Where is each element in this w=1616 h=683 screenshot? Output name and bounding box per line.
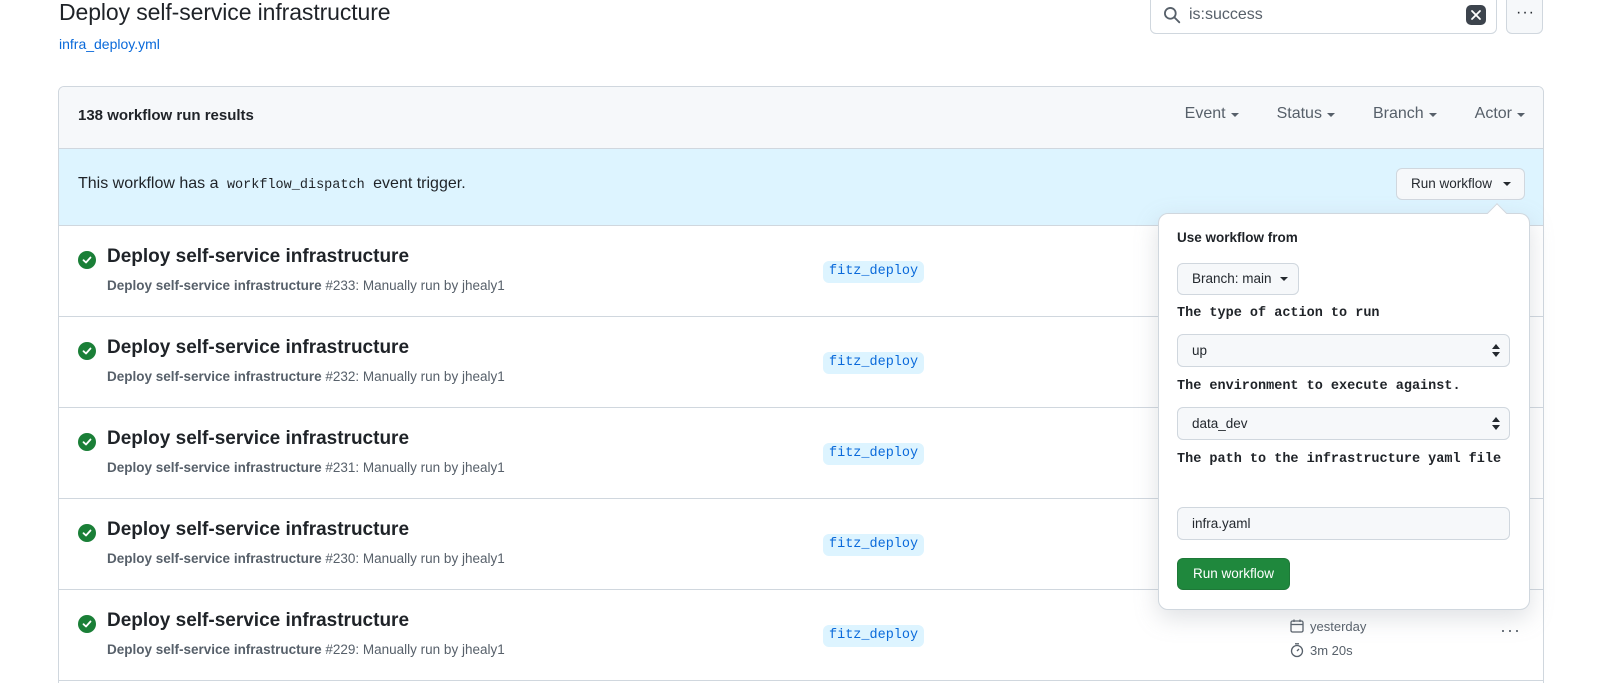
check-circle-icon — [78, 342, 96, 360]
dispatch-code: workflow_dispatch — [226, 178, 365, 193]
action-type-value: up — [1192, 343, 1208, 358]
branch-label[interactable]: fitz_deploy — [823, 534, 925, 556]
run-meta: Deploy self-service infrastructure #231:… — [107, 460, 505, 475]
filter-label: Event — [1184, 105, 1226, 122]
x-icon — [1471, 10, 1481, 20]
caret-down-icon — [1428, 113, 1437, 117]
run-title-link[interactable]: Deploy self-service infrastructure — [107, 428, 409, 450]
branch-select-button[interactable]: Branch: main — [1177, 263, 1299, 295]
environment-select[interactable]: data_dev — [1177, 407, 1510, 440]
run-title-link[interactable]: Deploy self-service infrastructure — [107, 246, 409, 268]
run-meta-text: #231: Manually run by jhealy1 — [325, 460, 505, 475]
run-workflow-name: Deploy self-service infrastructure — [107, 460, 322, 475]
action-type-select[interactable]: up — [1177, 334, 1510, 367]
run-meta: Deploy self-service infrastructure #230:… — [107, 551, 505, 566]
run-workflow-label: Run workflow — [1410, 176, 1492, 191]
run-date: yesterday — [1310, 618, 1367, 634]
run-workflow-dropdown-button[interactable]: Run workflow — [1395, 168, 1525, 200]
run-workflow-submit-button[interactable]: Run workflow — [1177, 558, 1291, 590]
caret-down-icon — [1503, 182, 1511, 186]
run-time-info: yesterday 3m 20s — [1289, 614, 1366, 662]
clear-search-button[interactable] — [1466, 5, 1486, 25]
run-meta: Deploy self-service infrastructure #229:… — [107, 642, 505, 657]
run-meta: Deploy self-service infrastructure #233:… — [107, 278, 505, 293]
environment-value: data_dev — [1192, 416, 1248, 431]
search-input[interactable] — [1189, 3, 1459, 27]
filter-bar: Event Status Branch Actor — [1147, 105, 1525, 123]
branch-label[interactable]: fitz_deploy — [823, 261, 925, 283]
run-workflow-name: Deploy self-service infrastructure — [107, 369, 322, 384]
run-meta-text: #230: Manually run by jhealy1 — [325, 551, 505, 566]
check-circle-icon — [78, 251, 96, 269]
more-options-button[interactable]: ··· — [1506, 0, 1543, 34]
check-circle-icon — [78, 615, 96, 633]
branch-label[interactable]: fitz_deploy — [823, 625, 925, 647]
row-more-button[interactable]: ··· — [1500, 620, 1521, 641]
branch-select-label: Branch: main — [1192, 271, 1272, 286]
search-icon — [1164, 7, 1181, 24]
action-type-label: The type of action to run — [1177, 306, 1380, 321]
caret-down-icon — [1517, 113, 1525, 117]
results-count: 138 workflow run results — [78, 107, 254, 124]
filter-actor[interactable]: Actor — [1475, 105, 1525, 123]
filter-status[interactable]: Status — [1277, 105, 1335, 123]
branch-label[interactable]: fitz_deploy — [823, 352, 925, 374]
run-workflow-name: Deploy self-service infrastructure — [107, 551, 322, 566]
filter-branch[interactable]: Branch — [1373, 105, 1437, 123]
filter-label: Branch — [1372, 105, 1424, 122]
caret-down-icon — [1279, 277, 1288, 281]
run-duration: 3m 20s — [1310, 642, 1353, 658]
stopwatch-icon — [1290, 643, 1304, 658]
select-updown-icon — [1492, 417, 1500, 430]
dispatch-message: This workflow has a workflow_dispatch ev… — [78, 175, 466, 193]
run-title-link[interactable]: Deploy self-service infrastructure — [107, 610, 409, 632]
check-circle-icon — [78, 433, 96, 451]
branch-label[interactable]: fitz_deploy — [823, 443, 925, 465]
dispatch-text-before: This workflow has a — [78, 175, 219, 192]
filter-label: Status — [1276, 105, 1322, 122]
run-title-link[interactable]: Deploy self-service infrastructure — [107, 337, 409, 359]
environment-label: The environment to execute against. — [1177, 379, 1461, 394]
filter-event[interactable]: Event — [1185, 105, 1239, 123]
run-meta-text: #233: Manually run by jhealy1 — [325, 278, 505, 293]
use-workflow-from-label: Use workflow from — [1177, 230, 1298, 245]
select-updown-icon — [1492, 344, 1500, 357]
run-workflow-name: Deploy self-service infrastructure — [107, 642, 322, 657]
search-box[interactable] — [1150, 0, 1497, 34]
page-title: Deploy self-service infrastructure — [59, 0, 391, 25]
results-header: 138 workflow run results Event Status Br… — [59, 87, 1543, 149]
run-meta: Deploy self-service infrastructure #232:… — [107, 369, 505, 384]
run-meta-text: #232: Manually run by jhealy1 — [325, 369, 505, 384]
filter-label: Actor — [1474, 105, 1512, 122]
run-workflow-popover: Use workflow from Branch: main The type … — [1158, 203, 1530, 610]
caret-down-icon — [1326, 113, 1335, 117]
caret-down-icon — [1230, 113, 1239, 117]
yaml-path-input[interactable] — [1177, 507, 1510, 540]
dispatch-text-after: event trigger. — [373, 175, 466, 192]
kebab-icon: ··· — [1516, 4, 1535, 21]
run-title-link[interactable]: Deploy self-service infrastructure — [107, 519, 409, 541]
run-workflow-name: Deploy self-service infrastructure — [107, 278, 322, 293]
calendar-icon — [1290, 619, 1304, 633]
workflow-file-link[interactable]: infra_deploy.yml — [59, 36, 160, 52]
check-circle-icon — [78, 524, 96, 542]
yaml-path-label: The path to the infrastructure yaml file — [1177, 452, 1502, 467]
run-meta-text: #229: Manually run by jhealy1 — [325, 642, 505, 657]
